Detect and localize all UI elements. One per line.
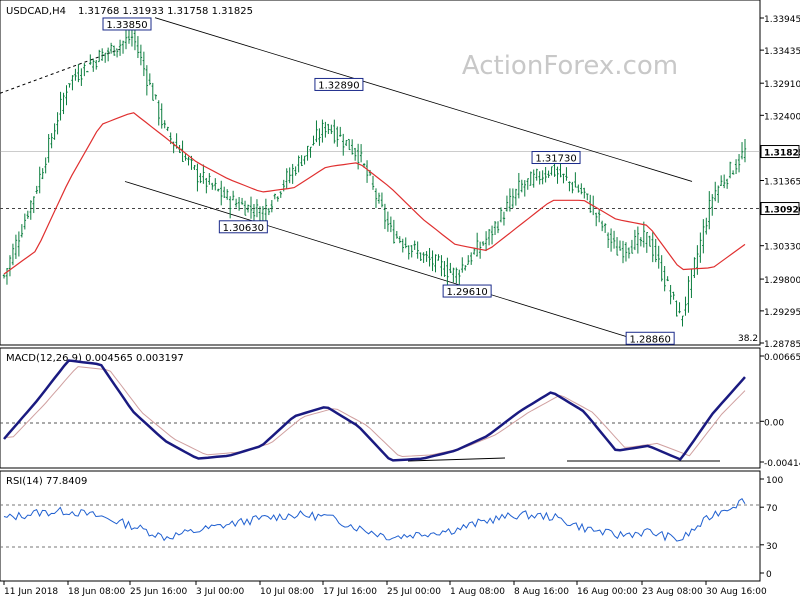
- price-label-box: 1.30630: [218, 220, 268, 234]
- rsi-panel-frame: [0, 470, 761, 582]
- time-tick-label: 25 Jul 00:00: [387, 587, 441, 597]
- watermark: ActionForex.com: [462, 51, 678, 81]
- time-tick-label: 16 Aug 00:00: [577, 587, 638, 597]
- price-tick-label: 1.28785: [764, 340, 800, 350]
- time-tick-label: 11 Jun 2018: [4, 587, 58, 597]
- rsi-axis: 100 70 30 0: [760, 476, 783, 580]
- macd-tick-label: 0.006651: [764, 353, 800, 363]
- fib-label: 38.2: [738, 334, 758, 344]
- macd-title: MACD(12,26,9) 0.004565 0.003197: [6, 353, 184, 364]
- price-label-box: 1.31730: [531, 151, 581, 165]
- rsi-tick-label: 70: [766, 504, 778, 514]
- price-tick-label: 1.29800: [764, 276, 800, 286]
- macd-line: [3, 359, 746, 462]
- price-label-text: 1.31730: [535, 154, 576, 165]
- price-label-text: 1.29610: [446, 287, 487, 298]
- price-tick-label: 1.32910: [764, 80, 800, 90]
- rsi-tick-label: 0: [766, 570, 772, 580]
- header: USDCAD,H4 1.31768 1.31933 1.31758 1.3182…: [6, 6, 253, 17]
- ohlc-label: 1.31768 1.31933 1.31758 1.31825: [78, 6, 253, 17]
- macd-panel: MACD(12,26,9) 0.004565 0.003197 0.006651…: [0, 353, 800, 469]
- chart-area: ActionForex.com USDCAD,H4 1.31768 1.3193…: [0, 0, 800, 600]
- macd-tick-label: -0.004145: [764, 459, 800, 469]
- price-tick-label: 1.33945: [764, 15, 800, 25]
- rsi-panel: RSI(14) 77.8409 100 70 30 0: [0, 476, 783, 580]
- price-tick-label: 1.32400: [764, 112, 800, 122]
- price-tick-label: 1.30330: [764, 243, 800, 253]
- time-tick-label: 3 Jul 00:00: [196, 587, 245, 597]
- price-tick-label: 1.33435: [764, 47, 800, 57]
- rsi-title: RSI(14) 77.8409: [6, 476, 87, 487]
- price-tick-label: 1.31825: [764, 149, 800, 159]
- price-label-box: 1.32890: [314, 77, 364, 91]
- price-label-box: 1.33850: [102, 17, 152, 31]
- price-tick-label: 1.31365: [764, 178, 800, 188]
- price-label-text: 1.30630: [223, 223, 264, 234]
- time-tick-label: 8 Aug 16:00: [514, 587, 569, 597]
- price-label-text: 1.32890: [318, 80, 359, 91]
- price-axis: 1.33945 1.33435 1.32910 1.32400 1.31825 1.313…: [760, 15, 800, 350]
- symbol-label: USDCAD,H4: [6, 6, 66, 17]
- price-label-text: 1.28860: [629, 334, 670, 345]
- time-tick-label: 10 Jul 08:00: [260, 587, 314, 597]
- price-tick-label: 1.30920: [764, 206, 800, 216]
- ma-line: [3, 112, 746, 275]
- time-axis: 11 Jun 2018 18 Jun 08:00 25 Jun 16:00 3 Jul…: [3, 581, 767, 597]
- price-label-text: 1.33850: [106, 20, 147, 31]
- rsi-tick-label: 100: [766, 476, 783, 486]
- time-tick-label: 17 Jul 16:00: [323, 587, 377, 597]
- price-label-box: 1.28860: [625, 331, 675, 345]
- macd-tick-label: 0.00: [764, 418, 784, 428]
- time-tick-label: 1 Aug 08:00: [450, 587, 505, 597]
- time-tick-label: 18 Jun 08:00: [68, 587, 125, 597]
- time-tick-label: 23 Aug 08:00: [642, 587, 703, 597]
- price-label-box: 1.29610: [442, 284, 492, 298]
- time-tick-label: 30 Aug 16:00: [706, 587, 767, 597]
- channel-upper: [154, 17, 693, 182]
- macd-axis: 0.006651 0.00 -0.004145: [760, 353, 800, 469]
- time-tick-label: 25 Jun 16:00: [130, 587, 187, 597]
- chart-svg: ActionForex.com USDCAD,H4 1.31768 1.3193…: [0, 0, 800, 597]
- rsi-tick-label: 30: [766, 542, 778, 552]
- price-tick-label: 1.29295: [764, 308, 800, 318]
